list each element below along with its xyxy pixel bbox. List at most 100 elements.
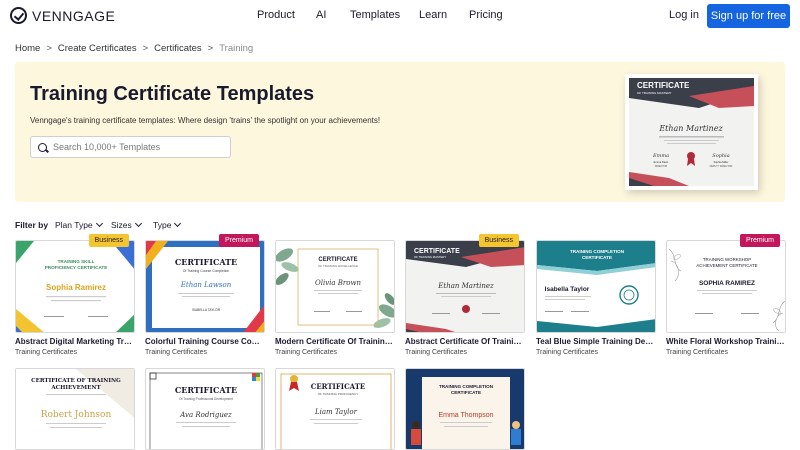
- cert-heading: CERTIFICATE: [175, 385, 237, 395]
- template-thumbnail[interactable]: CERTIFICATE OF TRAINING EXCELLENCE Olivi…: [275, 240, 395, 333]
- cert-subheading: OF TRAINING MASTERY: [414, 255, 446, 259]
- chevron-down-icon: [174, 219, 182, 228]
- cert-heading: CERTIFICATE: [311, 382, 366, 391]
- breadcrumb-separator: >: [142, 43, 149, 54]
- template-thumbnail[interactable]: CERTIFICATE Of Training Course Completio…: [145, 240, 265, 333]
- page-subtitle: Venngage's training certificate template…: [30, 116, 381, 125]
- template-thumbnail[interactable]: CERTIFICATE OF TRAINING PROFICIENCY Liam…: [275, 368, 395, 450]
- template-thumbnail[interactable]: TRAINING WORKSHOP ACHIEVEMENT CERTIFICAT…: [666, 240, 786, 333]
- template-thumbnail[interactable]: TRAINING COMPLETION CERTIFICATE Isabella…: [536, 240, 656, 333]
- filter-type[interactable]: Type: [153, 219, 182, 230]
- business-badge: Business: [88, 234, 129, 247]
- filter-bar: Filter by Plan Type Sizes Type: [15, 219, 182, 230]
- template-search[interactable]: [30, 136, 231, 158]
- template-thumbnail[interactable]: TRAINING SKILL PROFICIENCY CERTIFICATE S…: [15, 240, 135, 333]
- hero-cert-signer1: Emma Davis: [654, 160, 669, 164]
- card-category[interactable]: Training Certificates: [275, 349, 395, 356]
- card-title[interactable]: Modern Certificate Of Training...: [275, 337, 395, 346]
- template-thumbnail[interactable]: CERTIFICATE OF TRAINING MASTERY Ethan Ma…: [405, 240, 525, 333]
- template-card[interactable]: Premium TRAINING WORKSHOP ACHIEVEMENT CE…: [666, 234, 786, 356]
- hero-certificate-preview: CERTIFICATE OF TRAINING MASTERY Ethan Ma…: [625, 74, 758, 190]
- nav-pricing[interactable]: Pricing: [469, 9, 503, 21]
- cert-name: Ethan Martinez: [437, 282, 494, 290]
- breadcrumb-current: Training: [219, 43, 254, 54]
- card-title[interactable]: White Floral Workshop Trainin...: [666, 337, 786, 346]
- logo-text: VENNGAGE: [32, 7, 116, 24]
- filter-plan-type[interactable]: Plan Type: [55, 219, 103, 230]
- certificate-thumbnail-art: CERTIFICATE OF TRAINING PROFICIENCY Liam…: [276, 369, 394, 449]
- search-icon: [38, 142, 47, 152]
- card-category[interactable]: Training Certificates: [536, 349, 656, 356]
- breadcrumb-separator: >: [207, 43, 214, 54]
- filter-sizes[interactable]: Sizes: [111, 219, 142, 230]
- nav-ai[interactable]: AI: [316, 9, 326, 21]
- signup-button[interactable]: Sign up for free: [707, 4, 790, 28]
- certificate-thumbnail-art: CERTIFICATE OF TRAINING MASTERY Ethan Ma…: [406, 241, 524, 332]
- card-category[interactable]: Training Certificates: [145, 349, 265, 356]
- filter-label: Filter by: [15, 220, 49, 230]
- filter-type-label: Type: [153, 220, 172, 230]
- certificate-thumbnail-art: CERTIFICATE OF TRAINING ACHIEVEMENT Robe…: [16, 369, 134, 449]
- breadcrumb-separator: >: [46, 43, 52, 54]
- card-category[interactable]: Training Certificates: [405, 349, 525, 356]
- hero-cert-heading: CERTIFICATE: [637, 81, 690, 90]
- breadcrumb-home[interactable]: Home: [15, 43, 40, 54]
- template-card[interactable]: TRAINING COMPLETION CERTIFICATE Emma Tho…: [405, 368, 525, 450]
- cert-name: Robert Johnson: [41, 410, 112, 420]
- card-title[interactable]: Colorful Training Course Comp...: [145, 337, 265, 346]
- card-title[interactable]: Abstract Digital Marketing Trai...: [15, 337, 135, 346]
- nav-learn[interactable]: Learn: [419, 9, 447, 21]
- login-link[interactable]: Log in: [669, 9, 699, 21]
- cert-subheading: OF TRAINING EXCELLENCE: [318, 264, 358, 268]
- logo-check-icon: [10, 7, 27, 24]
- template-thumbnail[interactable]: TRAINING COMPLETION CERTIFICATE Emma Tho…: [405, 368, 525, 450]
- template-card[interactable]: CERTIFICATE OF TRAINING EXCELLENCE Olivi…: [275, 240, 395, 356]
- cert-name: SOPHIA RAMIREZ: [699, 280, 755, 287]
- template-card[interactable]: TRAINING COMPLETION CERTIFICATE Isabella…: [536, 240, 656, 356]
- venngage-logo[interactable]: VENNGAGE: [10, 7, 115, 24]
- svg-text:TRAINING COMPLETION: TRAINING COMPLETION: [439, 384, 494, 389]
- breadcrumb-certificates[interactable]: Certificates: [154, 43, 202, 54]
- cert-name: Isabella Taylor: [545, 286, 590, 293]
- svg-text:CERTIFICATE OF TRAINING: CERTIFICATE OF TRAINING: [31, 378, 121, 384]
- template-card[interactable]: Business TRAINING SKILL PROFICIENCY CERT…: [15, 234, 135, 356]
- cert-name: Sophia Ramirez: [46, 283, 106, 292]
- hero-cert-role2: DEPUTY DIRECTOR: [710, 165, 733, 168]
- template-thumbnail[interactable]: CERTIFICATE OF TRAINING ACHIEVEMENT Robe…: [15, 368, 135, 450]
- hero-cert-role1: DIRECTOR: [655, 165, 668, 168]
- search-input[interactable]: [53, 142, 223, 152]
- svg-text:ACHIEVEMENT: ACHIEVEMENT: [50, 385, 101, 391]
- filter-sizes-label: Sizes: [111, 220, 132, 230]
- cert-signer: ISABELLA TAYLOR: [192, 308, 221, 312]
- hero-certificate-art: CERTIFICATE OF TRAINING MASTERY Ethan Ma…: [629, 78, 754, 186]
- svg-text:TRAINING SKILL: TRAINING SKILL: [58, 259, 95, 264]
- cert-name: Ethan Lawson: [180, 281, 232, 289]
- premium-badge: Premium: [739, 234, 780, 247]
- svg-text:TRAINING WORKSHOP: TRAINING WORKSHOP: [703, 257, 751, 262]
- certificate-thumbnail-art: TRAINING COMPLETION CERTIFICATE Emma Tho…: [406, 369, 524, 449]
- template-thumbnail[interactable]: CERTIFICATE Of Training Professional Dev…: [145, 368, 265, 450]
- cert-name: Emma Thompson: [438, 412, 493, 419]
- nav-templates[interactable]: Templates: [350, 9, 400, 21]
- template-card[interactable]: CERTIFICATE Of Training Professional Dev…: [145, 368, 265, 450]
- hero-cert-name: Ethan Martinez: [658, 124, 723, 133]
- template-card[interactable]: CERTIFICATE OF TRAINING ACHIEVEMENT Robe…: [15, 368, 135, 450]
- svg-text:TRAINING COMPLETION: TRAINING COMPLETION: [570, 249, 625, 254]
- card-title[interactable]: Teal Blue Simple Training Desi...: [536, 337, 656, 346]
- cert-name: Olivia Brown: [315, 279, 362, 287]
- svg-text:CERTIFICATE: CERTIFICATE: [451, 390, 481, 395]
- cert-name: Liam Taylor: [314, 408, 358, 416]
- template-card[interactable]: CERTIFICATE OF TRAINING PROFICIENCY Liam…: [275, 368, 395, 450]
- nav-product[interactable]: Product: [257, 9, 295, 21]
- card-title[interactable]: Abstract Certificate Of Trainin...: [405, 337, 525, 346]
- cert-heading: CERTIFICATE: [175, 257, 237, 267]
- page-title: Training Certificate Templates: [30, 83, 315, 105]
- card-category[interactable]: Training Certificates: [666, 349, 786, 356]
- template-card[interactable]: Business CERTIFICATE OF TRAINING MASTERY…: [405, 234, 525, 356]
- template-card[interactable]: Premium CERTIFICATE Of Training Course C…: [145, 234, 265, 356]
- card-category[interactable]: Training Certificates: [15, 349, 135, 356]
- breadcrumb-create-certificates[interactable]: Create Certificates: [58, 43, 137, 54]
- svg-text:Sophia: Sophia: [712, 153, 729, 159]
- business-badge: Business: [478, 234, 519, 247]
- certificate-thumbnail-art: TRAINING SKILL PROFICIENCY CERTIFICATE S…: [16, 241, 134, 332]
